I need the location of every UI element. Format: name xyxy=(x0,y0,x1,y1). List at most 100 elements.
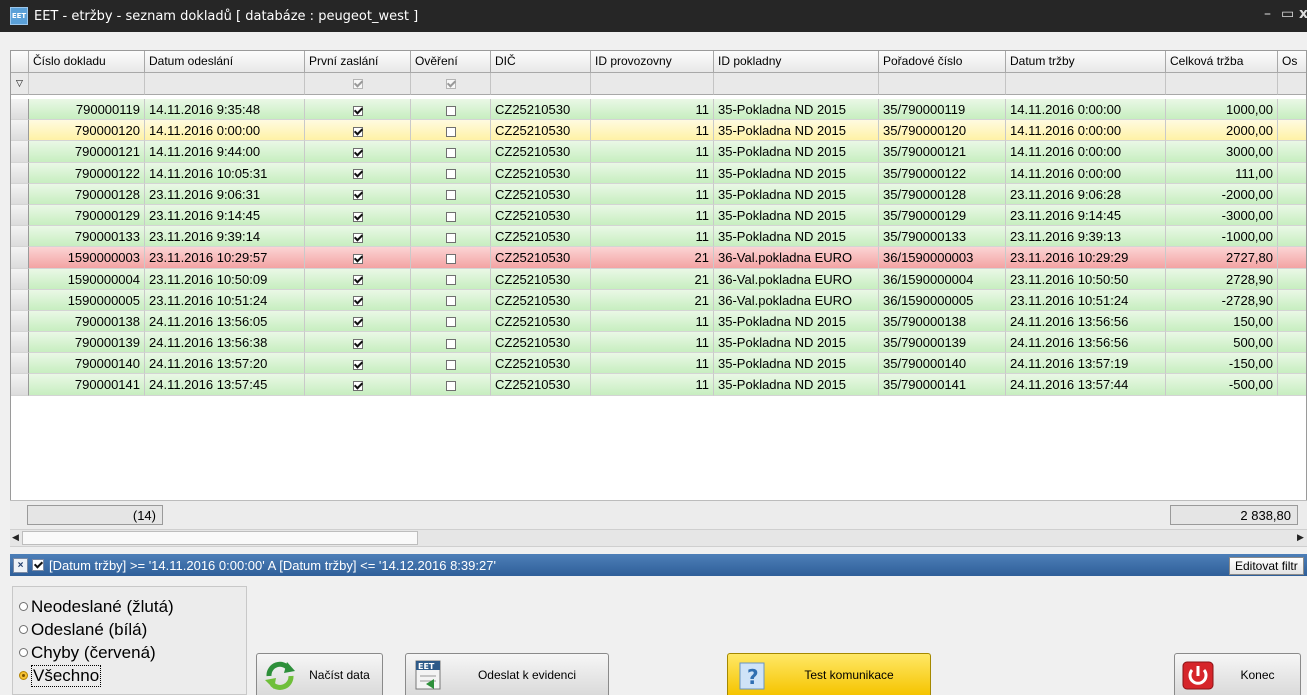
first-send-checkbox[interactable] xyxy=(352,275,363,286)
table-row[interactable]: 790000133 23.11.2016 9:39:14 CZ25210530 11 3… xyxy=(11,226,1306,248)
verification-checkbox[interactable] xyxy=(445,296,456,307)
table-row[interactable]: 790000122 14.11.2016 10:05:31 CZ25210530 11… xyxy=(11,162,1306,184)
first-send-checkbox[interactable] xyxy=(352,232,363,243)
first-send-checkbox[interactable] xyxy=(352,147,363,158)
table-row[interactable]: 790000119 14.11.2016 9:35:48 CZ25210530 11 3… xyxy=(11,99,1306,121)
table-row[interactable]: 1590000005 23.11.2016 10:51:24 CZ25210530 2… xyxy=(11,289,1306,311)
scrollbar-thumb[interactable] xyxy=(22,531,418,545)
first-send-checkbox[interactable] xyxy=(352,211,363,222)
column-header[interactable]: ID provozovny xyxy=(591,51,714,73)
verification-checkbox[interactable] xyxy=(445,126,456,137)
load-data-button[interactable]: Načíst data xyxy=(256,653,383,695)
verification-checkbox[interactable] xyxy=(445,232,456,243)
edit-filter-button[interactable]: Editovat filtr xyxy=(1229,557,1304,575)
filter-cell[interactable] xyxy=(1166,73,1278,95)
table-row[interactable]: 790000129 23.11.2016 9:14:45 CZ25210530 11 3… xyxy=(11,204,1306,227)
documents-grid[interactable]: Číslo dokladu Datum odeslání První zaslání… xyxy=(10,50,1307,523)
clear-filter-icon[interactable]: × xyxy=(13,557,28,573)
filter-cell[interactable] xyxy=(305,73,411,95)
verification-checkbox[interactable] xyxy=(445,381,456,391)
verification-checkbox[interactable] xyxy=(445,317,456,328)
verification-checkbox[interactable] xyxy=(445,169,456,180)
scroll-right-icon[interactable]: ▶ xyxy=(1297,530,1304,546)
first-send-checkbox[interactable] xyxy=(352,126,363,137)
exit-button[interactable]: Konec xyxy=(1174,653,1301,695)
filter-cell[interactable] xyxy=(1006,73,1166,95)
minimize-icon[interactable]: – xyxy=(1264,6,1271,22)
table-row[interactable]: 790000140 24.11.2016 13:57:20 CZ25210530 11… xyxy=(11,353,1306,375)
column-header[interactable]: Datum tržby xyxy=(1006,51,1166,73)
horizontal-scrollbar[interactable]: ◀ ▶ xyxy=(10,529,1307,547)
table-row[interactable]: 790000138 24.11.2016 13:56:05 CZ25210530 11… xyxy=(11,310,1306,333)
verification-checkbox[interactable] xyxy=(445,359,456,370)
filter-checkbox[interactable] xyxy=(445,78,456,89)
filter-cell[interactable] xyxy=(714,73,879,95)
radio-button[interactable] xyxy=(19,648,28,657)
column-header[interactable]: Os xyxy=(1278,51,1306,73)
verification-checkbox[interactable] xyxy=(445,211,456,222)
filter-cell[interactable] xyxy=(879,73,1006,95)
status-radio-option[interactable]: Neodeslané (žlutá) xyxy=(13,595,246,618)
verification-checkbox[interactable] xyxy=(445,253,456,264)
first-send-checkbox[interactable] xyxy=(352,359,363,370)
first-send-checkbox[interactable] xyxy=(352,105,363,116)
first-send-checkbox[interactable] xyxy=(352,338,363,349)
table-row[interactable]: 1590000004 23.11.2016 10:50:09 CZ25210530 2… xyxy=(11,268,1306,290)
row-selector[interactable] xyxy=(11,183,29,205)
status-radio-option[interactable]: Chyby (červená) xyxy=(13,641,246,664)
first-send-checkbox[interactable] xyxy=(352,253,363,264)
filter-cell[interactable] xyxy=(145,73,305,95)
filter-enabled-checkbox[interactable] xyxy=(32,559,44,571)
filter-cell[interactable] xyxy=(1278,73,1306,95)
verification-checkbox[interactable] xyxy=(445,338,456,349)
radio-button[interactable] xyxy=(19,602,28,611)
first-send-checkbox[interactable] xyxy=(352,296,363,307)
verification-checkbox[interactable] xyxy=(445,147,456,158)
column-header[interactable]: Pořadové číslo xyxy=(879,51,1006,73)
row-selector[interactable] xyxy=(11,247,29,269)
radio-button[interactable] xyxy=(19,625,28,634)
filter-cell[interactable] xyxy=(491,73,591,95)
verification-checkbox[interactable] xyxy=(445,275,456,286)
close-icon[interactable]: x xyxy=(1299,6,1307,22)
row-selector[interactable] xyxy=(11,353,29,375)
filter-cell[interactable] xyxy=(411,73,491,95)
verification-checkbox[interactable] xyxy=(445,190,456,201)
table-row[interactable]: 790000141 24.11.2016 13:57:45 CZ25210530 11… xyxy=(11,374,1306,396)
row-selector[interactable] xyxy=(11,141,29,163)
maximize-icon[interactable]: ▭ xyxy=(1281,6,1294,22)
scroll-left-icon[interactable]: ◀ xyxy=(12,530,19,546)
column-header[interactable]: DIČ xyxy=(491,51,591,73)
column-header[interactable]: Datum odeslání xyxy=(145,51,305,73)
row-selector[interactable] xyxy=(11,310,29,333)
row-selector[interactable] xyxy=(11,268,29,290)
send-to-evidence-button[interactable]: EET Odeslat k evidenci xyxy=(405,653,609,695)
verification-checkbox[interactable] xyxy=(445,105,456,116)
column-header[interactable]: Číslo dokladu xyxy=(29,51,145,73)
table-row[interactable]: 790000120 14.11.2016 0:00:00 CZ25210530 11 3… xyxy=(11,120,1306,142)
radio-button[interactable] xyxy=(19,671,28,680)
filter-checkbox[interactable] xyxy=(352,78,363,89)
first-send-checkbox[interactable] xyxy=(352,381,363,391)
row-selector[interactable] xyxy=(11,120,29,142)
row-selector[interactable] xyxy=(11,99,29,121)
column-header[interactable]: ID pokladny xyxy=(714,51,879,73)
row-selector[interactable] xyxy=(11,162,29,184)
table-row[interactable]: 1590000003 23.11.2016 10:29:57 CZ25210530 2… xyxy=(11,247,1306,269)
status-radio-option[interactable]: Odeslané (bílá) xyxy=(13,618,246,641)
row-selector[interactable] xyxy=(11,332,29,354)
column-header[interactable]: Ověření xyxy=(411,51,491,73)
first-send-checkbox[interactable] xyxy=(352,317,363,328)
row-selector[interactable] xyxy=(11,226,29,248)
test-communication-button[interactable]: ? Test komunikace xyxy=(727,653,931,695)
status-radio-option[interactable]: Všechno xyxy=(13,664,246,687)
row-selector[interactable] xyxy=(11,204,29,227)
table-row[interactable]: 790000121 14.11.2016 9:44:00 CZ25210530 11 3… xyxy=(11,141,1306,163)
first-send-checkbox[interactable] xyxy=(352,169,363,180)
row-selector[interactable] xyxy=(11,374,29,396)
column-header[interactable]: Celková tržba xyxy=(1166,51,1278,73)
column-header[interactable]: První zaslání xyxy=(305,51,411,73)
table-row[interactable]: 790000128 23.11.2016 9:06:31 CZ25210530 11 3… xyxy=(11,183,1306,205)
filter-cell[interactable] xyxy=(29,73,145,95)
filter-cell[interactable] xyxy=(591,73,714,95)
